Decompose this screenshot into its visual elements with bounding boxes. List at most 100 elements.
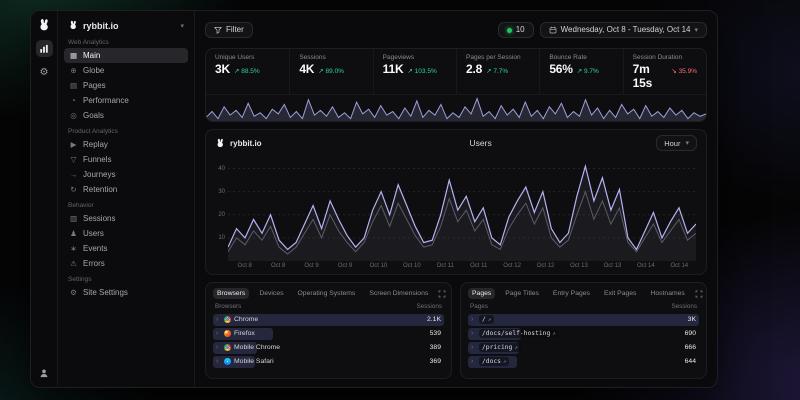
external-link-icon: ↗ bbox=[488, 317, 491, 323]
stat-label: Sessions bbox=[299, 54, 363, 61]
browser-name: Mobile Safari bbox=[234, 358, 274, 365]
live-users-pill[interactable]: 10 bbox=[498, 22, 534, 38]
filter-button[interactable]: Filter bbox=[205, 22, 253, 38]
pages-tab-exit-pages[interactable]: Exit Pages bbox=[600, 288, 641, 299]
pages-tab-hostnames[interactable]: Hostnames bbox=[646, 288, 688, 299]
sidebar-item-events[interactable]: ∗ Events bbox=[64, 241, 188, 256]
sidebar-item-label: Pages bbox=[83, 81, 106, 91]
pages-tab-pages[interactable]: Pages bbox=[468, 288, 495, 299]
stat-sessions: Sessions4K↗ 89.0% bbox=[289, 49, 372, 94]
chart-header: rybbit.io Users Hour ▾ bbox=[206, 130, 706, 154]
refresh-icon: ↻ bbox=[69, 185, 78, 194]
sidebar-item-globe[interactable]: ⊕Globe bbox=[64, 63, 188, 78]
spark-icon: ∗ bbox=[69, 244, 78, 253]
target-icon: ◎ bbox=[69, 111, 78, 120]
column-header-right: Sessions bbox=[416, 303, 442, 310]
external-link-icon: ↗ bbox=[503, 359, 506, 365]
sessions-value: 389 bbox=[430, 344, 441, 351]
globe-icon: ⊕ bbox=[69, 66, 78, 75]
browsers-tab-browsers[interactable]: Browsers bbox=[213, 288, 249, 299]
sidebar-item-errors[interactable]: ⚠Errors bbox=[64, 256, 188, 271]
stat-value: 56% bbox=[549, 62, 572, 76]
page-path: /↗ bbox=[479, 315, 494, 324]
stat-label: Unique Users bbox=[215, 54, 280, 61]
chevron-down-icon: ▾ bbox=[685, 139, 689, 147]
x-tick-label: Oct 13 bbox=[604, 263, 622, 269]
route-icon: → bbox=[69, 170, 78, 179]
row-cells: ›/pricing↗666 bbox=[468, 343, 699, 352]
pages-tab-page-titles[interactable]: Page Titles bbox=[501, 288, 543, 299]
pages-panel: Pages Page Titles Entry Pages Exit Pages Hos… bbox=[460, 282, 707, 379]
gear-icon[interactable]: ⚙ bbox=[36, 64, 53, 81]
chart-title: Users bbox=[305, 138, 656, 148]
browser-row-mobile-safari[interactable]: ›Mobile Safari369 bbox=[213, 356, 444, 369]
sidebar-item-site-settings[interactable]: ⚙Site Settings bbox=[64, 285, 188, 300]
browsers-tab-screen-dimensions[interactable]: Screen Dimensions bbox=[365, 288, 432, 299]
stats-row: Unique Users3K↗ 88.5%Sessions4K↗ 89.0%Pa… bbox=[206, 49, 706, 94]
expand-icon[interactable] bbox=[438, 290, 446, 298]
stat-change: ↗ 103.5% bbox=[407, 67, 436, 75]
sidebar-item-pages[interactable]: ▤ Pages bbox=[64, 78, 188, 93]
safari-icon bbox=[224, 358, 231, 365]
sidebar-item-main[interactable]: ▦Main bbox=[64, 48, 188, 63]
browsers-tab-operating-systems[interactable]: Operating Systems bbox=[294, 288, 360, 299]
chevron-right-icon: › bbox=[471, 316, 476, 323]
stat-change: ↗ 89.0% bbox=[318, 67, 344, 75]
sidebar-section-label: Product Analytics bbox=[68, 128, 184, 135]
page-row-docs-self-hosting[interactable]: ›/docs/self-hosting↗690 bbox=[468, 328, 699, 341]
file-icon: ▤ bbox=[69, 81, 78, 90]
sidebar-item-replay[interactable]: ▶Replay bbox=[64, 137, 188, 152]
chevron-down-icon: ▾ bbox=[180, 22, 184, 30]
sidebar-item-sessions[interactable]: ▥Sessions bbox=[64, 211, 188, 226]
page-row-docs[interactable]: ›/docs↗644 bbox=[468, 356, 699, 369]
pages-table: ›/↗3K›/docs/self-hosting↗690 ›/pricing↗66… bbox=[468, 312, 699, 370]
sidebar-item-users[interactable]: ♟Users bbox=[64, 226, 188, 241]
browser-row-firefox[interactable]: ›Firefox539 bbox=[213, 328, 444, 341]
date-range-picker[interactable]: Wednesday, Oct 8 - Tuesday, Oct 14 ▾ bbox=[540, 22, 707, 38]
sidebar-item-performance[interactable]: ◔Performance bbox=[64, 93, 188, 108]
sidebar-item-label: Funnels bbox=[83, 155, 111, 165]
profile-icon[interactable] bbox=[36, 364, 53, 381]
browsers-table: ›Chrome2.1K›Firefox539›Mobile Chrome389›… bbox=[213, 312, 444, 370]
browsers-tab-devices[interactable]: Devices bbox=[255, 288, 287, 299]
page-row-[interactable]: ›/↗3K bbox=[468, 314, 699, 327]
stat-line: 2.8↗ 7.7% bbox=[466, 62, 530, 76]
x-tick-label: Oct 9 bbox=[304, 263, 318, 269]
page-path: /pricing↗ bbox=[479, 343, 521, 352]
sidebar-item-label: Site Settings bbox=[83, 288, 128, 298]
sessions-value: 539 bbox=[430, 330, 441, 337]
icon-rail: ⚙ bbox=[31, 11, 58, 387]
monitor-icon: ▥ bbox=[69, 214, 78, 223]
sessions-value: 2.1K bbox=[427, 316, 441, 323]
sidebar-item-label: Events bbox=[83, 244, 107, 254]
sidebar-item-journeys[interactable]: →Journeys bbox=[64, 167, 188, 182]
stat-line: 4K↗ 89.0% bbox=[299, 62, 363, 76]
alert-icon: ⚠ bbox=[69, 259, 78, 268]
funnel-icon: ▽ bbox=[69, 155, 78, 164]
overview-sparkline[interactable] bbox=[206, 94, 706, 121]
live-users-count: 10 bbox=[516, 26, 525, 34]
sidebar-item-funnels[interactable]: ▽ Funnels bbox=[64, 152, 188, 167]
rybbit-logo-icon[interactable] bbox=[37, 18, 52, 33]
sidebar-item-label: Goals bbox=[83, 111, 104, 121]
column-header-right: Sessions bbox=[671, 303, 697, 310]
play-icon: ▶ bbox=[69, 140, 78, 149]
interval-select[interactable]: Hour ▾ bbox=[656, 135, 697, 151]
analytics-icon[interactable] bbox=[36, 40, 53, 57]
x-tick-label: Oct 13 bbox=[570, 263, 588, 269]
sidebar-item-goals[interactable]: ◎ Goals bbox=[64, 108, 188, 123]
page-row-pricing[interactable]: ›/pricing↗666 bbox=[468, 342, 699, 355]
browsers-tabs: Browsers Devices Operating Systems Screen D… bbox=[213, 288, 444, 299]
site-switcher[interactable]: rybbit.io ▾ bbox=[64, 17, 188, 34]
stat-line: 56%↗ 9.7% bbox=[549, 62, 613, 76]
firefox-icon bbox=[224, 330, 231, 337]
browser-row-chrome[interactable]: ›Chrome2.1K bbox=[213, 314, 444, 327]
stat-line: 3K↗ 88.5% bbox=[215, 62, 280, 76]
sidebar-nav: Web Analytics▦Main⊕Globe▤Pages◔Performan… bbox=[64, 34, 188, 300]
pages-tab-entry-pages[interactable]: Entry Pages bbox=[549, 288, 594, 299]
expand-icon[interactable] bbox=[695, 290, 703, 298]
page-path: /docs↗ bbox=[479, 357, 509, 366]
sidebar-item-retention[interactable]: ↻Retention bbox=[64, 182, 188, 197]
chart-plot[interactable] bbox=[228, 157, 696, 261]
browser-row-mobile-chrome[interactable]: ›Mobile Chrome389 bbox=[213, 342, 444, 355]
